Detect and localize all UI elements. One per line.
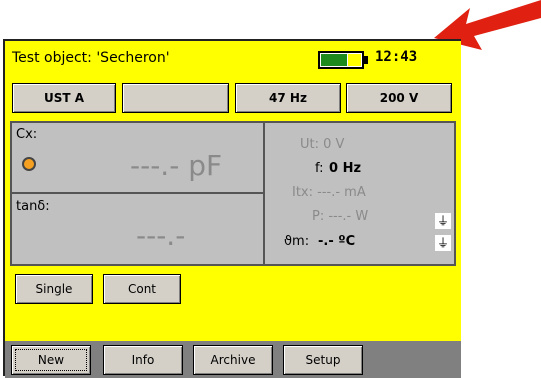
- temp-value: -.- ºC: [318, 234, 356, 249]
- new-button[interactable]: New: [11, 345, 91, 375]
- ground-symbol-icon: ⏚: [435, 213, 451, 229]
- tan-label: tanδ:: [16, 199, 50, 214]
- title-bar: Test object: 'Secheron' 12:43: [5, 41, 461, 75]
- cx-value: ---.- pF: [130, 149, 223, 182]
- ut-reading: Ut: 0 V: [300, 137, 345, 152]
- cx-label: Cx:: [16, 127, 38, 142]
- itx-reading: Itx: ---.- mA: [292, 185, 366, 200]
- status-dot-icon: [22, 157, 36, 171]
- earth-symbol-icon: ⏚: [435, 235, 451, 251]
- voltage-button[interactable]: 200 V: [346, 83, 452, 113]
- temp-label: ϑm:: [284, 234, 310, 249]
- f-value: 0 Hz: [329, 161, 362, 176]
- info-button[interactable]: Info: [103, 345, 183, 375]
- blank-button[interactable]: [122, 83, 229, 113]
- single-button[interactable]: Single: [15, 274, 93, 304]
- p-reading: P: ---.- W: [312, 209, 369, 224]
- cont-button[interactable]: Cont: [103, 274, 181, 304]
- bottom-bar: New Info Archive Setup: [5, 341, 461, 378]
- tan-value: ---.-: [136, 219, 186, 252]
- frequency-button[interactable]: 47 Hz: [235, 83, 341, 113]
- mode-button-ust[interactable]: UST A: [12, 83, 116, 113]
- clock: 12:43: [375, 49, 418, 65]
- archive-button[interactable]: Archive: [193, 345, 273, 375]
- device-screen: Test object: 'Secheron' 12:43 UST A 47 H…: [3, 39, 461, 378]
- f-label: f:: [315, 161, 324, 176]
- test-object-title: Test object: 'Secheron': [12, 50, 170, 66]
- setup-button[interactable]: Setup: [283, 345, 363, 375]
- battery-icon: [318, 51, 368, 69]
- left-measurements: Cx: ---.- pF tanδ: ---.-: [12, 123, 265, 264]
- measurement-panel: Cx: ---.- pF tanδ: ---.- Ut: 0 V f: 0 Hz…: [10, 121, 456, 266]
